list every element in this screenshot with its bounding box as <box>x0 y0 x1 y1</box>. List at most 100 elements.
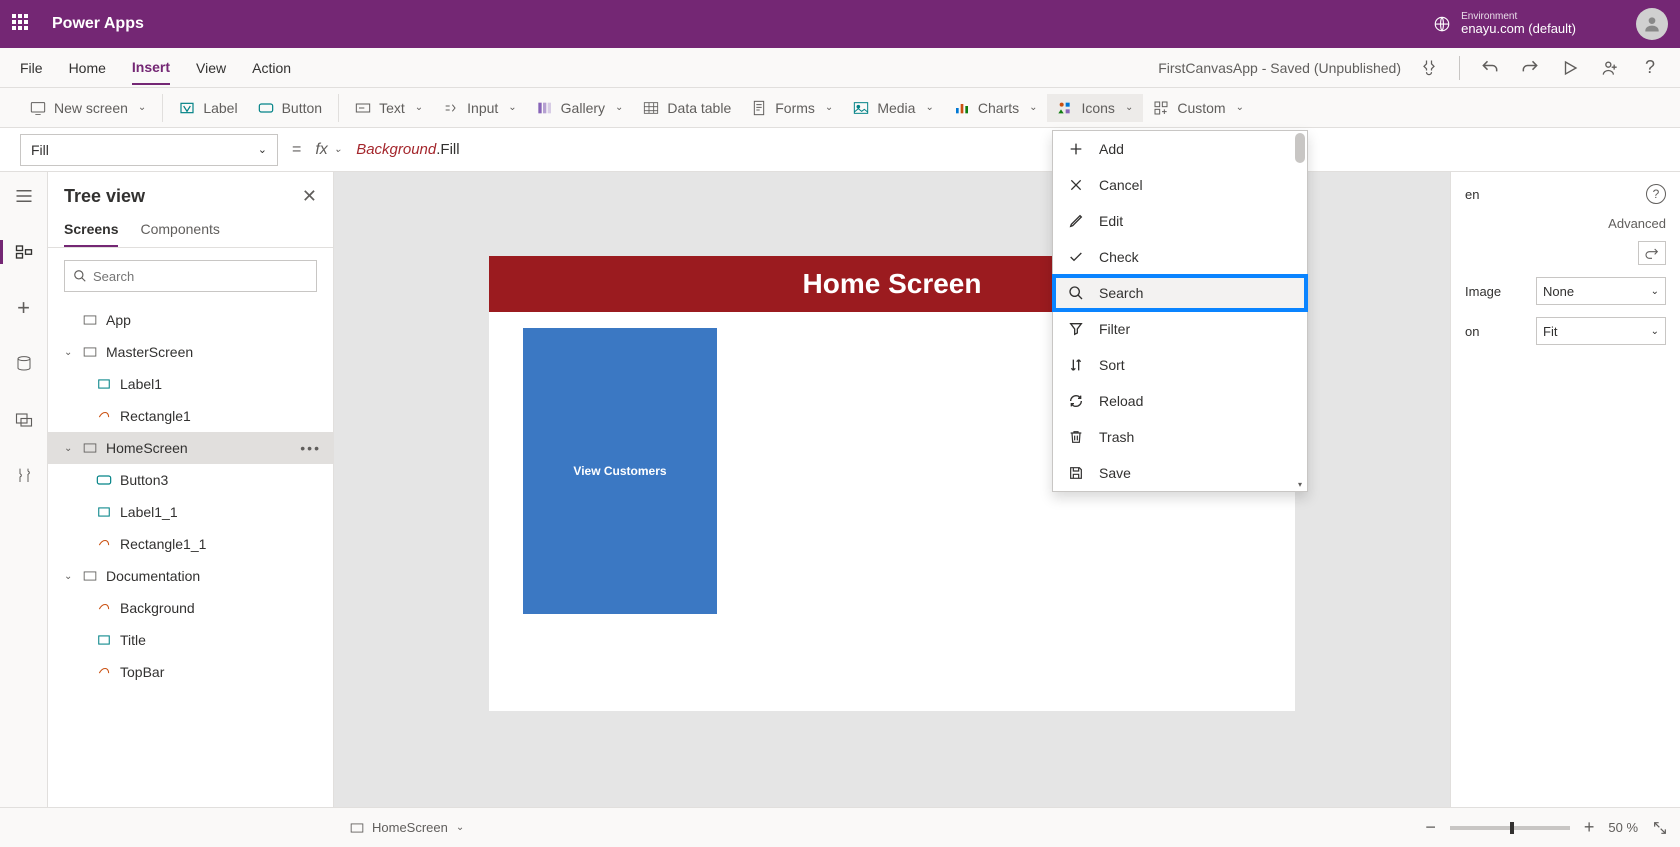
fullscreen-icon[interactable] <box>1652 820 1668 836</box>
forms-label: Forms <box>775 100 815 116</box>
menu-home[interactable]: Home <box>69 52 106 84</box>
tree-view-icon[interactable] <box>4 236 44 268</box>
data-table-label: Data table <box>667 100 731 116</box>
hamburger-icon[interactable] <box>4 180 44 212</box>
app-launcher-icon[interactable] <box>12 14 32 34</box>
tree-node-title[interactable]: Title <box>48 624 333 656</box>
icon-option-save[interactable]: Save <box>1053 455 1307 491</box>
play-icon[interactable] <box>1560 58 1580 78</box>
icon-option-edit[interactable]: Edit <box>1053 203 1307 239</box>
share-icon[interactable] <box>1600 58 1620 78</box>
menu-action[interactable]: Action <box>252 52 291 84</box>
tree-node-rectangle11[interactable]: Rectangle1_1 <box>48 528 333 560</box>
new-screen-button[interactable]: New screen ⌄ <box>20 94 156 122</box>
menu-file[interactable]: File <box>20 52 43 84</box>
label-node-icon <box>96 632 112 648</box>
app-header: Power Apps Environment enayu.com (defaul… <box>0 0 1680 48</box>
prop-position-select[interactable]: Fit⌄ <box>1536 317 1666 345</box>
tree-node-label1[interactable]: Label1 <box>48 368 333 400</box>
charts-button[interactable]: Charts⌄ <box>944 94 1048 122</box>
icon-option-reload[interactable]: Reload <box>1053 383 1307 419</box>
tree-node-app[interactable]: App <box>48 304 333 336</box>
icons-icon <box>1057 100 1073 116</box>
icon-option-search[interactable]: Search <box>1053 275 1307 311</box>
icon-option-cancel[interactable]: Cancel <box>1053 167 1307 203</box>
tree-node-button3[interactable]: Button3 <box>48 464 333 496</box>
scrollbar-thumb[interactable] <box>1295 133 1305 163</box>
media-rail-icon[interactable] <box>4 404 44 436</box>
gallery-label: Gallery <box>561 100 605 116</box>
tree-title: Tree view <box>64 186 145 207</box>
tree-node-documentation[interactable]: ⌄ Documentation <box>48 560 333 592</box>
zoom-out-button[interactable]: − <box>1425 817 1436 838</box>
input-button[interactable]: Input⌄ <box>433 94 527 122</box>
zoom-slider[interactable] <box>1450 826 1570 830</box>
x-icon <box>1067 176 1085 194</box>
icon-option-check[interactable]: Check <box>1053 239 1307 275</box>
help-icon[interactable]: ? <box>1640 58 1660 78</box>
tools-icon[interactable] <box>4 460 44 492</box>
search-icon <box>73 269 87 283</box>
tree-search[interactable] <box>64 260 317 292</box>
media-button[interactable]: Media⌄ <box>843 94 944 122</box>
icon-option-filter[interactable]: Filter <box>1053 311 1307 347</box>
icon-option-add[interactable]: Add <box>1053 131 1307 167</box>
forms-button[interactable]: Forms⌄ <box>741 94 843 122</box>
scroll-down-icon[interactable]: ▾ <box>1295 479 1305 489</box>
reload-icon <box>1067 392 1085 410</box>
zoom-in-button[interactable]: + <box>1584 817 1595 838</box>
prop-action-icon[interactable] <box>1638 241 1666 265</box>
tree-node-topbar[interactable]: TopBar <box>48 656 333 688</box>
gallery-icon <box>537 100 553 116</box>
more-icon[interactable]: ••• <box>300 440 321 456</box>
close-icon[interactable]: ✕ <box>302 186 317 207</box>
screen-selector[interactable]: HomeScreen ⌄ <box>350 820 464 835</box>
tab-advanced[interactable]: Advanced <box>1608 216 1666 231</box>
tree-node-homescreen[interactable]: ⌄ HomeScreen ••• <box>48 432 333 464</box>
canvas-card[interactable]: View Customers <box>523 328 717 614</box>
help-circle-icon[interactable]: ? <box>1646 184 1666 204</box>
screen-icon <box>350 822 364 834</box>
tree-node-rectangle1[interactable]: Rectangle1 <box>48 400 333 432</box>
tree-node-background[interactable]: Background <box>48 592 333 624</box>
properties-panel: en ? Advanced Image None⌄ on Fit⌄ <box>1450 172 1680 807</box>
label-label: Label <box>203 100 237 116</box>
icon-option-sort[interactable]: Sort <box>1053 347 1307 383</box>
gallery-button[interactable]: Gallery⌄ <box>527 94 634 122</box>
undo-icon[interactable] <box>1480 58 1500 78</box>
label-button[interactable]: Label <box>169 94 247 122</box>
label-node-icon <box>96 376 112 392</box>
new-screen-label: New screen <box>54 100 128 116</box>
icons-button[interactable]: Icons⌄ <box>1047 94 1143 122</box>
tab-components[interactable]: Components <box>140 213 219 247</box>
icons-dropdown: Add Cancel Edit Check Search Filter Sort… <box>1052 130 1308 492</box>
tab-screens[interactable]: Screens <box>64 213 118 247</box>
tree-node-label11[interactable]: Label1_1 <box>48 496 333 528</box>
app-checker-icon[interactable] <box>1419 58 1439 78</box>
property-value: Fill <box>31 142 49 158</box>
environment-picker[interactable]: Environment enayu.com (default) <box>1433 11 1576 36</box>
label-icon <box>179 100 195 116</box>
button-node-icon <box>96 472 112 488</box>
menu-insert[interactable]: Insert <box>132 51 170 85</box>
data-icon[interactable] <box>4 348 44 380</box>
menu-bar: File Home Insert View Action FirstCanvas… <box>0 48 1680 88</box>
plus-icon <box>1067 140 1085 158</box>
text-button[interactable]: Text⌄ <box>345 94 433 122</box>
rect-node-icon <box>96 664 112 680</box>
tree-node-masterscreen[interactable]: ⌄ MasterScreen <box>48 336 333 368</box>
button-button[interactable]: Button <box>248 94 332 122</box>
prop-image-select[interactable]: None⌄ <box>1536 277 1666 305</box>
tree-search-input[interactable] <box>93 269 308 284</box>
main-area: + Tree view ✕ Screens Components <box>0 172 1680 807</box>
formula-input[interactable]: Background.Fill <box>356 134 1660 166</box>
property-selector[interactable]: Fill ⌄ <box>20 134 278 166</box>
custom-button[interactable]: Custom⌄ <box>1143 94 1254 122</box>
data-table-button[interactable]: Data table <box>633 94 741 122</box>
add-icon[interactable]: + <box>4 292 44 324</box>
icon-option-trash[interactable]: Trash <box>1053 419 1307 455</box>
user-avatar[interactable] <box>1636 8 1668 40</box>
fx-label[interactable]: fx⌄ <box>315 141 342 159</box>
redo-icon[interactable] <box>1520 58 1540 78</box>
menu-view[interactable]: View <box>196 52 226 84</box>
